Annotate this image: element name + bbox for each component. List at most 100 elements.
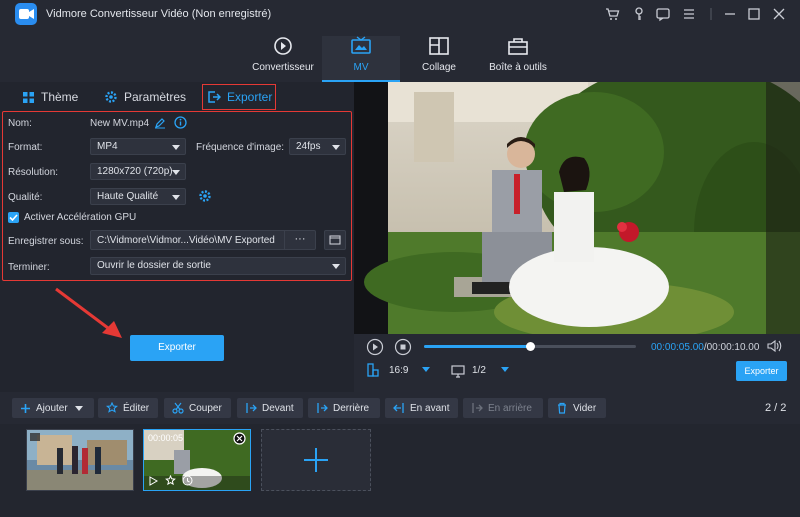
theme-icon <box>22 91 35 104</box>
seek-bar[interactable] <box>424 342 636 351</box>
gpu-checkbox[interactable] <box>8 212 19 223</box>
key-icon[interactable] <box>631 6 647 22</box>
converter-icon <box>272 36 294 56</box>
clip-count: 2 / 2 <box>765 402 787 414</box>
chevron-down-icon <box>172 170 180 175</box>
format-select[interactable]: MP4 <box>90 138 186 155</box>
edit-pencil-icon[interactable] <box>154 117 166 129</box>
aspect-ratio-icon[interactable] <box>366 363 380 377</box>
page-indicator: 1/2 <box>472 365 486 376</box>
separator-icon <box>703 6 719 22</box>
clip-play-icon[interactable] <box>148 476 158 486</box>
current-time: 00:00:05.00 <box>651 342 704 353</box>
stop-icon[interactable] <box>394 338 412 356</box>
behind-icon <box>316 402 328 414</box>
ratio-chevron-down-icon[interactable] <box>422 367 430 372</box>
chat-icon[interactable] <box>655 6 671 22</box>
quality-value: Haute Qualité <box>97 191 159 202</box>
fps-select[interactable]: 24fps <box>289 138 346 155</box>
fps-label: Fréquence d'image: <box>196 142 285 153</box>
close-icon[interactable] <box>771 6 787 22</box>
name-value: New MV.mp4 <box>90 118 150 129</box>
clip-effect-icon[interactable] <box>165 475 176 486</box>
finish-select[interactable]: Ouvrir le dossier de sortie <box>90 257 346 275</box>
finish-label: Terminer: <box>8 262 50 273</box>
nav-toolbox[interactable]: Boîte à outils <box>478 36 558 82</box>
page-chevron-down-icon[interactable] <box>501 367 509 372</box>
cart-icon[interactable] <box>604 6 620 22</box>
add-button[interactable]: Ajouter <box>12 398 94 418</box>
chevron-down-icon <box>172 195 180 200</box>
backward-icon <box>471 402 483 414</box>
forward-label: En avant <box>410 402 450 414</box>
clear-button[interactable]: Vider <box>548 398 606 418</box>
forward-icon <box>393 402 405 414</box>
mv-icon <box>350 36 372 56</box>
chevron-down-icon <box>332 264 340 269</box>
clip-clock-icon[interactable] <box>182 475 193 486</box>
chevron-down-icon <box>332 145 340 150</box>
clip-1-image <box>27 430 133 490</box>
add-label: Ajouter <box>36 402 68 414</box>
tab-settings-label: Paramètres <box>124 90 187 104</box>
maximize-icon[interactable] <box>746 6 762 22</box>
edit-star-icon <box>106 402 118 414</box>
gear-icon <box>104 90 118 104</box>
nav-mv-label: MV <box>353 62 369 73</box>
app-logo-icon <box>15 3 37 25</box>
edit-button[interactable]: Éditer <box>98 398 158 418</box>
save-path-value: C:\Vidmore\Vidmor...Vidéo\MV Exported <box>97 235 275 246</box>
save-path-field[interactable]: C:\Vidmore\Vidmor...Vidéo\MV Exported <box>90 230 316 250</box>
clip-thumbnail-1[interactable] <box>26 429 134 491</box>
gpu-label: Activer Accélération GPU <box>24 212 137 223</box>
add-clip-slot[interactable] <box>261 429 371 491</box>
folder-icon <box>329 235 341 245</box>
monitor-icon[interactable] <box>451 364 465 378</box>
format-label: Format: <box>8 142 43 153</box>
export-button[interactable]: Exporter <box>130 335 224 361</box>
browse-button[interactable]: ··· <box>284 231 315 249</box>
nav-collage-label: Collage <box>422 62 456 73</box>
quality-gear-icon[interactable] <box>198 189 212 203</box>
tab-settings[interactable]: Paramètres <box>104 84 186 110</box>
minimize-icon[interactable] <box>722 6 738 22</box>
play-icon[interactable] <box>366 338 384 356</box>
backward-button[interactable]: En arrière <box>463 398 543 418</box>
volume-icon[interactable] <box>766 338 782 354</box>
behind-button[interactable]: Derrière <box>308 398 380 418</box>
clear-label: Vider <box>573 402 597 414</box>
front-label: Devant <box>262 402 294 414</box>
front-button[interactable]: Devant <box>237 398 303 418</box>
preview-export-button[interactable]: Exporter <box>736 361 787 381</box>
scissors-icon <box>172 402 184 414</box>
info-icon[interactable] <box>174 116 187 129</box>
clip-remove-icon[interactable] <box>233 432 246 445</box>
nav-mv[interactable]: MV <box>322 36 400 82</box>
chevron-down-icon <box>172 145 180 150</box>
cut-button[interactable]: Couper <box>164 398 231 418</box>
front-icon <box>245 402 257 414</box>
nav-collage[interactable]: Collage <box>400 36 478 82</box>
quality-select[interactable]: Haute Qualité <box>90 188 186 205</box>
annotation-arrow-icon <box>50 285 130 345</box>
menu-icon[interactable] <box>681 6 697 22</box>
save-label: Enregistrer sous: <box>8 236 84 247</box>
seek-handle[interactable] <box>526 342 535 351</box>
nav-converter[interactable]: Convertisseur <box>244 36 322 82</box>
quality-label: Qualité: <box>8 192 43 203</box>
collage-icon <box>428 36 450 56</box>
resolution-select[interactable]: 1280x720 (720p) <box>90 163 186 180</box>
resolution-label: Résolution: <box>8 167 59 178</box>
nav-toolbox-label: Boîte à outils <box>489 62 547 73</box>
tab-export[interactable]: Exporter <box>202 84 276 110</box>
window-title: Vidmore Convertisseur Vidéo (Non enregis… <box>46 8 272 20</box>
nav-converter-label: Convertisseur <box>252 62 314 73</box>
wedding-photo-image <box>354 82 800 334</box>
open-folder-button[interactable] <box>324 230 346 250</box>
forward-button[interactable]: En avant <box>385 398 458 418</box>
backward-label: En arrière <box>488 402 532 414</box>
add-chevron-down-icon <box>74 405 83 411</box>
tab-theme[interactable]: Thème <box>22 84 78 110</box>
add-clip-plus-icon <box>304 448 328 472</box>
trash-icon <box>556 402 568 414</box>
